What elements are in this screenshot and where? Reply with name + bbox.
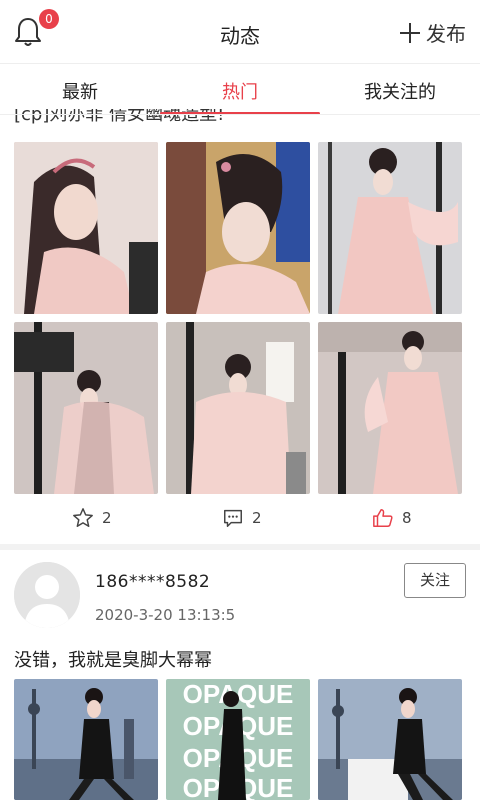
post-image[interactable] xyxy=(318,142,462,314)
thumbs-up-icon xyxy=(373,509,393,527)
like-button[interactable]: 8 xyxy=(372,507,412,529)
comment-count: 2 xyxy=(252,509,262,527)
divider xyxy=(0,114,480,115)
post-caption: 没错，我就是臭脚大幂幂 xyxy=(14,650,212,671)
favorite-count: 2 xyxy=(102,509,112,527)
tab-following[interactable]: 我关注的 xyxy=(320,78,480,104)
default-avatar-icon xyxy=(14,562,80,628)
post-image[interactable]: OPAQUE OPAQUE OPAQUE OPAQUE xyxy=(166,679,310,800)
top-bar: 0 动态 发布 xyxy=(0,0,480,64)
opaque-text-1: OPAQUE xyxy=(183,679,294,709)
username[interactable]: 186****8582 xyxy=(95,572,210,592)
publish-button[interactable]: 发布 xyxy=(400,18,466,47)
favorite-button[interactable]: 2 xyxy=(72,507,112,529)
post-image[interactable] xyxy=(14,142,158,314)
star-icon xyxy=(73,508,93,527)
comment-button[interactable]: 2 xyxy=(222,507,262,529)
post-image[interactable] xyxy=(166,142,310,314)
post-separator xyxy=(0,544,480,550)
post-image[interactable] xyxy=(318,322,462,494)
like-count: 8 xyxy=(402,509,412,527)
post-image[interactable] xyxy=(166,322,310,494)
follow-button[interactable]: 关注 xyxy=(404,563,466,598)
post-image-grid xyxy=(14,142,466,496)
post-timestamp: 2020-3-20 13:13:5 xyxy=(95,606,236,624)
tab-bar: 最新 热门 我关注的 xyxy=(0,64,480,114)
avatar[interactable] xyxy=(14,562,80,628)
post-actions: 2 2 8 xyxy=(0,505,480,535)
tab-latest[interactable]: 最新 xyxy=(0,78,160,104)
post-image-grid: OPAQUE OPAQUE OPAQUE OPAQUE xyxy=(14,679,466,800)
tab-hot[interactable]: 热门 xyxy=(160,78,320,104)
post-image[interactable] xyxy=(318,679,462,800)
comment-icon xyxy=(224,509,242,527)
post-image[interactable] xyxy=(14,322,158,494)
post-image[interactable] xyxy=(14,679,158,800)
plus-icon xyxy=(400,22,420,43)
publish-label: 发布 xyxy=(426,22,466,46)
